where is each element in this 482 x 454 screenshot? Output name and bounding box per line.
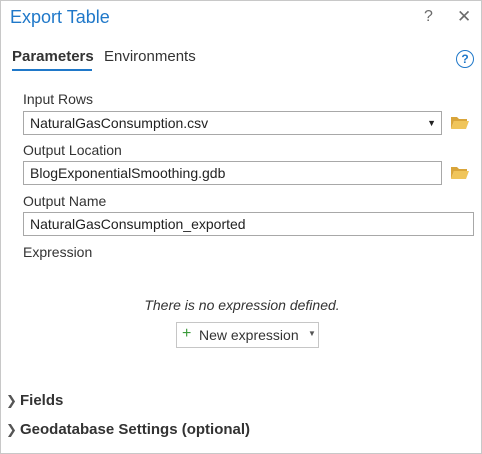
- input-rows-label: Input Rows: [23, 91, 94, 107]
- pane-title: Export Table: [10, 7, 110, 27]
- section-fields-label: Fields: [20, 392, 64, 409]
- dropdown-arrow-icon[interactable]: ▼: [308, 329, 316, 338]
- folder-open-icon[interactable]: [450, 165, 470, 181]
- plus-icon: +: [182, 325, 192, 342]
- chevron-right-icon: ❯: [6, 422, 17, 437]
- new-expression-button[interactable]: + New expression ▼: [176, 322, 319, 348]
- output-location-label: Output Location: [23, 142, 122, 158]
- chevron-right-icon: ❯: [6, 393, 17, 408]
- tab-environments[interactable]: Environments: [104, 48, 196, 65]
- tool-help-icon[interactable]: ?: [456, 50, 474, 68]
- output-location-field[interactable]: BlogExponentialSmoothing.gdb: [23, 161, 442, 185]
- output-name-field[interactable]: NaturalGasConsumption_exported: [23, 212, 474, 236]
- expression-empty-message: There is no expression defined.: [144, 297, 340, 313]
- new-expression-label: New expression: [199, 327, 299, 343]
- section-geodatabase-settings[interactable]: ❯ Geodatabase Settings (optional): [6, 421, 250, 438]
- tab-parameters[interactable]: Parameters: [12, 48, 94, 65]
- input-rows-value: NaturalGasConsumption.csv: [30, 115, 209, 131]
- close-icon[interactable]: ✕: [457, 7, 471, 27]
- input-rows-dropdown[interactable]: NaturalGasConsumption.csv ▼: [23, 111, 442, 135]
- section-geodatabase-settings-label: Geodatabase Settings (optional): [20, 421, 251, 438]
- dropdown-arrow-icon[interactable]: ▼: [427, 112, 436, 134]
- section-fields[interactable]: ❯ Fields: [6, 392, 63, 409]
- export-table-pane: Export Table ? ✕ Parameters Environments…: [0, 0, 482, 454]
- output-name-label: Output Name: [23, 193, 107, 209]
- expression-label: Expression: [23, 244, 93, 260]
- active-tab-indicator: [12, 69, 92, 71]
- help-icon[interactable]: ?: [424, 7, 433, 27]
- folder-open-icon[interactable]: [450, 115, 470, 131]
